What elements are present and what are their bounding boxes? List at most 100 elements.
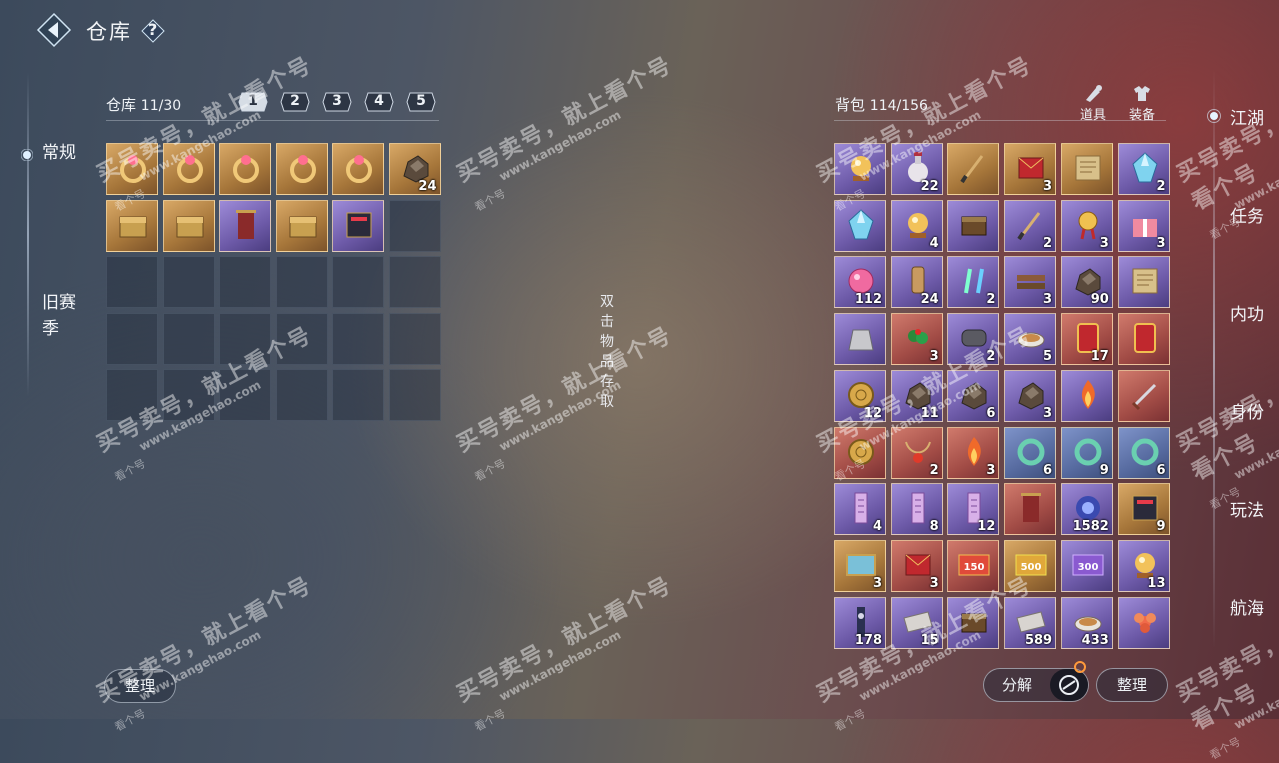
bag-item-slot[interactable]: 3 — [890, 313, 943, 366]
right-nav-tasks[interactable]: 任务 — [1230, 202, 1264, 227]
warehouse-item-empty-slot[interactable] — [162, 369, 215, 421]
warehouse-item-slot[interactable] — [162, 199, 215, 252]
warehouse-item-empty-slot[interactable] — [388, 256, 441, 308]
right-nav-inner-skill[interactable]: 内功 — [1230, 300, 1264, 325]
bag-item-slot[interactable]: 589 — [1004, 596, 1057, 649]
bag-item-slot[interactable]: 11 — [890, 369, 943, 422]
bag-item-slot[interactable]: 112 — [834, 256, 886, 309]
warehouse-page-tab-1[interactable]: 1 — [238, 91, 268, 113]
warehouse-item-slot[interactable] — [275, 143, 328, 195]
bag-item-slot[interactable]: 2 — [1004, 199, 1057, 252]
nav-item-regular[interactable]: 常规 — [42, 140, 76, 166]
bag-item-slot[interactable]: 3 — [1004, 256, 1057, 309]
warehouse-item-slot[interactable] — [219, 199, 271, 252]
bag-item-slot[interactable]: 2 — [947, 256, 1000, 309]
warehouse-item-slot[interactable] — [332, 199, 384, 252]
bag-item-slot[interactable] — [1060, 369, 1113, 422]
bag-item-slot[interactable]: 90 — [1060, 256, 1113, 309]
bag-item-slot[interactable]: 3 — [1004, 143, 1057, 195]
warehouse-item-empty-slot[interactable] — [219, 312, 271, 365]
bag-item-slot[interactable]: 1582 — [1060, 483, 1113, 536]
warehouse-item-slot[interactable] — [106, 199, 158, 252]
bag-item-slot[interactable]: 4 — [890, 199, 943, 252]
bag-item-slot[interactable]: 2 — [1117, 143, 1170, 195]
warehouse-item-empty-slot[interactable] — [332, 256, 384, 308]
bag-item-slot[interactable] — [947, 199, 1000, 252]
bag-item-slot[interactable]: 3 — [834, 539, 886, 592]
bag-item-slot[interactable]: 22 — [890, 143, 943, 195]
bag-item-slot[interactable] — [1004, 483, 1057, 536]
tab-equipment[interactable]: 装备 — [1122, 84, 1162, 123]
bag-item-slot[interactable]: 12 — [834, 369, 886, 422]
bag-item-slot[interactable]: 9 — [1117, 483, 1170, 536]
decompose-button[interactable]: 分解 — [983, 661, 1089, 702]
bag-item-slot[interactable] — [1060, 143, 1113, 195]
warehouse-item-slot[interactable] — [106, 143, 158, 195]
warehouse-item-slot[interactable]: 24 — [388, 143, 441, 195]
warehouse-item-empty-slot[interactable] — [275, 256, 328, 308]
bag-item-slot[interactable] — [834, 199, 886, 252]
sort-warehouse-button[interactable]: 整理 — [104, 669, 176, 703]
right-nav-sailing[interactable]: 航海 — [1230, 594, 1264, 619]
bag-item-slot[interactable]: 2 — [890, 426, 943, 479]
warehouse-item-empty-slot[interactable] — [275, 369, 328, 421]
bag-item-slot[interactable]: 3 — [1060, 199, 1113, 252]
sort-bag-button[interactable]: 整理 — [1096, 668, 1168, 702]
bag-item-slot[interactable]: 500 — [1004, 539, 1057, 592]
bag-item-slot[interactable]: 300 — [1060, 539, 1113, 592]
bag-item-slot[interactable]: 5 — [1004, 313, 1057, 366]
warehouse-item-empty-slot[interactable] — [388, 369, 441, 421]
nav-item-old-season[interactable]: 旧赛季 — [42, 290, 82, 342]
bag-item-slot[interactable]: 433 — [1060, 596, 1113, 649]
warehouse-page-tab-2[interactable]: 2 — [280, 91, 310, 113]
bag-item-slot[interactable] — [1117, 369, 1170, 422]
warehouse-item-empty-slot[interactable] — [275, 312, 328, 365]
bag-item-slot[interactable] — [1117, 256, 1170, 309]
back-button[interactable] — [36, 12, 72, 48]
warehouse-item-empty-slot[interactable] — [162, 312, 215, 365]
warehouse-item-empty-slot[interactable] — [106, 256, 158, 308]
bag-item-slot[interactable] — [834, 313, 886, 366]
warehouse-item-empty-slot[interactable] — [388, 199, 441, 252]
bag-item-slot[interactable] — [947, 143, 1000, 195]
warehouse-item-empty-slot[interactable] — [162, 256, 215, 308]
warehouse-item-slot[interactable] — [332, 143, 384, 195]
bag-item-slot[interactable]: 17 — [1060, 313, 1113, 366]
help-button[interactable]: ? — [141, 19, 165, 43]
bag-item-slot[interactable] — [1117, 596, 1170, 649]
warehouse-item-empty-slot[interactable] — [332, 312, 384, 365]
bag-item-slot[interactable] — [947, 596, 1000, 649]
bag-item-slot[interactable]: 3 — [1004, 369, 1057, 422]
bag-item-slot[interactable]: 3 — [1117, 199, 1170, 252]
bag-item-slot[interactable]: 8 — [890, 483, 943, 536]
warehouse-item-empty-slot[interactable] — [388, 312, 441, 365]
warehouse-item-empty-slot[interactable] — [332, 369, 384, 421]
warehouse-item-slot[interactable] — [275, 199, 328, 252]
bag-item-slot[interactable] — [834, 143, 886, 195]
bag-item-slot[interactable]: 24 — [890, 256, 943, 309]
bag-item-slot[interactable]: 4 — [834, 483, 886, 536]
warehouse-item-empty-slot[interactable] — [106, 312, 158, 365]
tab-items[interactable]: 道具 — [1073, 84, 1113, 123]
bag-item-slot[interactable]: 13 — [1117, 539, 1170, 592]
bag-item-slot[interactable]: 12 — [947, 483, 1000, 536]
warehouse-item-empty-slot[interactable] — [106, 369, 158, 421]
bag-item-slot[interactable]: 9 — [1060, 426, 1113, 479]
right-nav-identity[interactable]: 身份 — [1230, 398, 1264, 423]
warehouse-page-tab-5[interactable]: 5 — [406, 91, 436, 113]
right-nav-jianghu[interactable]: 江湖 — [1230, 104, 1264, 129]
right-nav-gameplay[interactable]: 玩法 — [1230, 496, 1264, 521]
bag-item-slot[interactable] — [834, 426, 886, 479]
warehouse-page-tab-4[interactable]: 4 — [364, 91, 394, 113]
bag-item-slot[interactable]: 6 — [947, 369, 1000, 422]
warehouse-item-empty-slot[interactable] — [219, 256, 271, 308]
warehouse-item-slot[interactable] — [162, 143, 215, 195]
bag-item-slot[interactable]: 150 — [947, 539, 1000, 592]
bag-item-slot[interactable]: 3 — [890, 539, 943, 592]
bag-item-slot[interactable]: 6 — [1117, 426, 1170, 479]
bag-item-slot[interactable]: 3 — [947, 426, 1000, 479]
warehouse-item-slot[interactable] — [219, 143, 271, 195]
bag-item-slot[interactable]: 178 — [834, 596, 886, 649]
bag-item-slot[interactable]: 6 — [1004, 426, 1057, 479]
warehouse-item-empty-slot[interactable] — [219, 369, 271, 421]
